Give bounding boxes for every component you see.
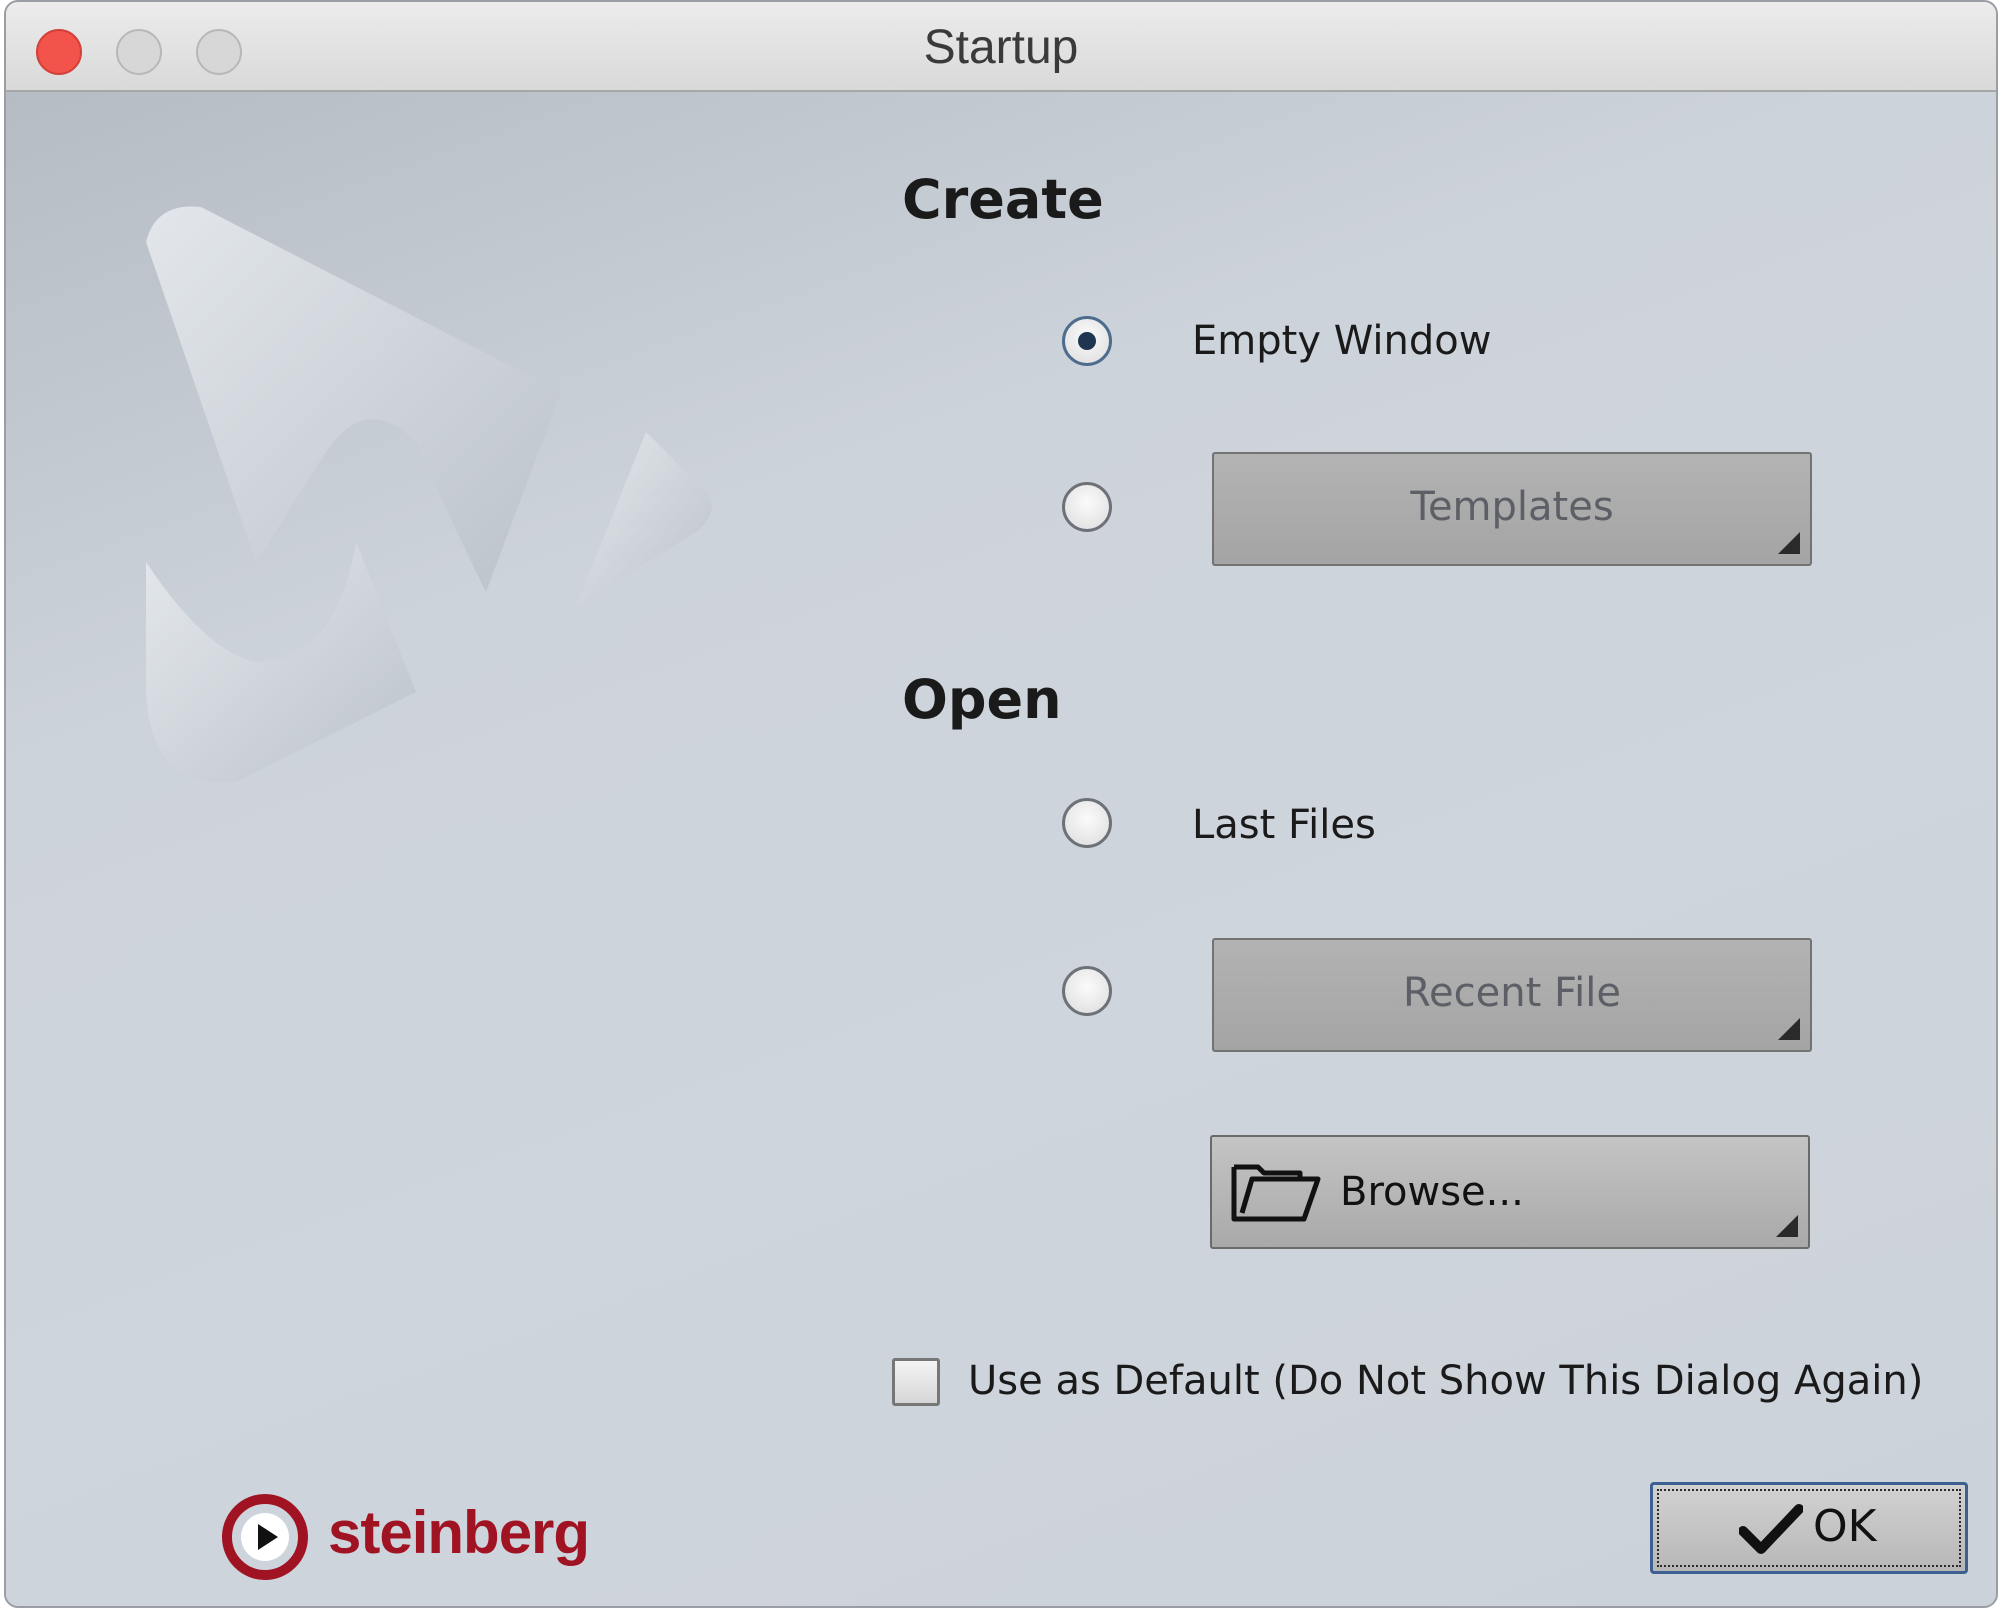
browse-button[interactable]: Browse... [1210, 1135, 1810, 1249]
templates-radio[interactable] [1062, 482, 1112, 532]
use-as-default-label[interactable]: Use as Default (Do Not Show This Dialog … [968, 1358, 1923, 1404]
folder-icon [1231, 1164, 1321, 1222]
browse-label: Browse... [1340, 1169, 1524, 1215]
steinberg-wordmark: steinberg [328, 1499, 590, 1566]
window-title: Startup [923, 21, 1079, 74]
empty-window-label[interactable]: Empty Window [1192, 318, 1491, 364]
recent-file-radio[interactable] [1062, 966, 1112, 1016]
recent-file-dropdown[interactable]: Recent File [1212, 938, 1812, 1052]
last-files-label[interactable]: Last Files [1192, 802, 1376, 848]
dropdown-corner-icon [1778, 1018, 1800, 1040]
use-as-default-checkbox[interactable] [892, 1358, 940, 1406]
focus-ring [1657, 1489, 1961, 1567]
dropdown-corner-icon [1776, 1215, 1798, 1237]
create-heading: Create [902, 168, 1104, 231]
templates-dropdown[interactable]: Templates [1212, 452, 1812, 566]
ok-label: OK [1813, 1501, 1877, 1552]
startup-dialog: Startup Create Empty Window Templates Op… [4, 0, 1998, 1608]
empty-window-radio[interactable] [1062, 316, 1112, 366]
recent-file-dropdown-label: Recent File [1403, 970, 1621, 1016]
wavelab-logo-artwork [26, 206, 786, 1047]
open-heading: Open [902, 668, 1062, 731]
radio-selected-dot [1078, 332, 1096, 350]
checkmark-icon [1739, 1504, 1803, 1554]
last-files-radio[interactable] [1062, 798, 1112, 848]
ok-button[interactable]: OK [1650, 1482, 1968, 1574]
templates-dropdown-label: Templates [1410, 484, 1614, 530]
dropdown-corner-icon [1778, 532, 1800, 554]
steinberg-logo-icon [222, 1494, 308, 1580]
title-bar[interactable]: Startup [6, 2, 1996, 92]
